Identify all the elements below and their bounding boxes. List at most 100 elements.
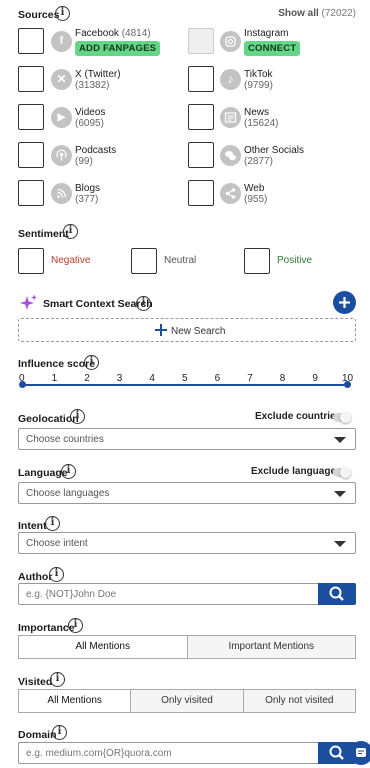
visited-option-only-not-visited[interactable]: Only not visited (242, 690, 355, 712)
intent-select[interactable]: Choose intent (18, 532, 356, 554)
source-checkbox-videos[interactable] (18, 104, 44, 130)
importance-info-icon[interactable]: i (68, 618, 83, 633)
countries-placeholder: Choose countries (26, 434, 104, 445)
author-input[interactable] (18, 583, 318, 605)
podcast-icon (51, 145, 72, 166)
chevron-down-icon (334, 491, 346, 497)
author-title: Author (18, 571, 53, 583)
source-label-podcasts: Podcasts (75, 145, 117, 156)
source-count-other-socials: (2877) (244, 156, 273, 167)
sentiment-label-negative: Negative (51, 255, 91, 266)
intent-info-icon[interactable]: i (45, 516, 60, 531)
add-smart-context-button[interactable] (333, 291, 356, 314)
sentiment-info-icon[interactable]: i (63, 224, 78, 239)
sources-title: Sources (18, 9, 60, 21)
source-count-x-twitter: (31382) (75, 80, 110, 91)
source-label-tiktok: TikTok (244, 69, 273, 80)
chevron-down-icon (334, 541, 346, 547)
influence-tick-label: 7 (247, 373, 253, 384)
source-checkbox-x-twitter[interactable] (18, 66, 44, 92)
video-play-icon: ▶ (51, 107, 72, 128)
exclude-countries-toggle[interactable] (333, 412, 351, 423)
new-search-button[interactable]: New Search (18, 318, 356, 342)
source-checkbox-facebook[interactable] (18, 28, 44, 54)
sources-info-icon[interactable]: i (55, 6, 70, 21)
influence-tick-label: 4 (149, 373, 155, 384)
domain-input[interactable] (18, 742, 318, 764)
source-label-other-socials: Other Socials (244, 145, 305, 156)
chevron-down-icon (334, 437, 346, 443)
countries-select[interactable]: Choose countries (18, 428, 356, 450)
influence-info-icon[interactable]: i (84, 355, 99, 370)
exclude-countries-label: Exclude countries (255, 411, 342, 422)
exclude-languages-label: Exclude languages (251, 466, 342, 477)
influence-tick-label: 9 (312, 373, 318, 384)
author-search-button[interactable] (318, 583, 356, 605)
rss-icon (51, 183, 72, 204)
sentiment-checkbox-positive[interactable] (244, 248, 270, 274)
exclude-languages-toggle[interactable] (333, 467, 351, 478)
intent-placeholder: Choose intent (26, 538, 88, 549)
chat-bubbles-icon (220, 145, 241, 166)
sentiment-title: Sentiment (18, 228, 69, 240)
visited-info-icon[interactable]: i (50, 672, 65, 687)
influence-slider-track[interactable] (22, 384, 348, 386)
geolocation-info-icon[interactable]: i (70, 409, 85, 424)
visited-option-all[interactable]: All Mentions (19, 690, 131, 712)
facebook-icon: f (51, 31, 72, 52)
visited-segmented-control: All Mentions Only visited Only not visit… (18, 689, 356, 713)
source-checkbox-other-socials[interactable] (188, 142, 214, 168)
smart-context-info-icon[interactable]: i (136, 296, 151, 311)
influence-slider-max-handle[interactable] (344, 381, 351, 388)
domain-info-icon[interactable]: i (52, 725, 67, 740)
importance-option-all[interactable]: All Mentions (19, 636, 187, 658)
influence-tick-label: 3 (116, 373, 123, 384)
influence-tick-label: 5 (182, 373, 188, 384)
influence-tick-label: 8 (279, 373, 286, 384)
source-label-news: News (244, 107, 270, 118)
show-all-count: (72022) (321, 8, 356, 19)
language-info-icon[interactable]: i (61, 464, 76, 479)
source-label-blogs: Blogs (75, 183, 101, 194)
new-search-label: New Search (171, 326, 226, 337)
source-count-videos: (6095) (75, 118, 104, 129)
source-checkbox-blogs[interactable] (18, 180, 44, 206)
source-label-web: Web (244, 183, 265, 194)
sentiment-label-positive: Positive (277, 255, 313, 266)
x-twitter-icon: ✕ (51, 69, 72, 90)
influence-tick-label: 1 (51, 373, 58, 384)
chat-widget-button[interactable] (349, 741, 370, 765)
new-search-plus-icon (154, 323, 168, 340)
visited-option-only-visited[interactable]: Only visited (130, 690, 243, 712)
show-all-label: Show all (278, 8, 319, 19)
importance-title: Importance (18, 622, 75, 634)
intent-title: Intent (18, 520, 47, 532)
add-fanpages-button[interactable]: ADD FANPAGES (75, 41, 161, 56)
plus-icon (339, 297, 350, 308)
source-checkbox-tiktok[interactable] (188, 66, 214, 92)
languages-placeholder: Choose languages (26, 488, 110, 499)
sentiment-checkbox-neutral[interactable] (131, 248, 157, 274)
languages-select[interactable]: Choose languages (18, 482, 356, 504)
source-count-web: (955) (244, 194, 268, 205)
source-checkbox-web[interactable] (188, 180, 214, 206)
source-count-blogs: (377) (75, 194, 99, 205)
language-title: Language (18, 467, 68, 479)
source-label-instagram: Instagram (244, 28, 289, 39)
source-label-videos: Videos (75, 107, 106, 118)
source-count-news: (15624) (244, 118, 279, 129)
connect-button[interactable]: CONNECT (244, 41, 301, 56)
sentiment-checkbox-negative[interactable] (18, 248, 44, 274)
sentiment-label-neutral: Neutral (164, 255, 197, 266)
source-checkbox-podcasts[interactable] (18, 142, 44, 168)
author-info-icon[interactable]: i (49, 567, 64, 582)
source-checkbox-instagram[interactable] (188, 28, 214, 54)
source-label-facebook: Facebook (4814) (75, 28, 151, 39)
influence-tick-label: 2 (84, 373, 90, 384)
source-label-x-twitter: X (Twitter) (75, 69, 121, 80)
influence-slider-min-handle[interactable] (19, 381, 26, 388)
source-checkbox-news[interactable] (188, 104, 214, 130)
show-all-link[interactable]: Show all (72022) (278, 8, 356, 19)
news-icon (220, 107, 241, 128)
importance-option-important[interactable]: Important Mentions (186, 636, 355, 658)
